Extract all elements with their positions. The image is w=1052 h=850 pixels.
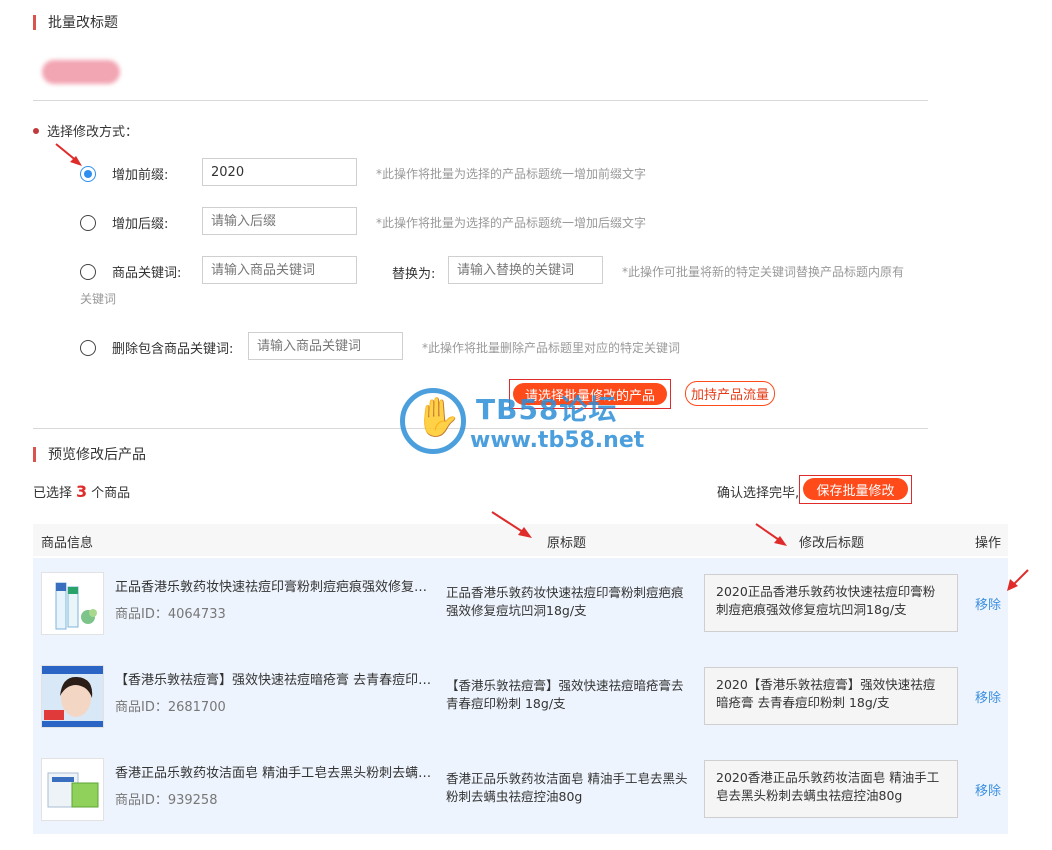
blurred-tag xyxy=(42,60,120,84)
keyword-hint-cont: 关键词 xyxy=(80,292,117,306)
radio-keyword[interactable] xyxy=(80,263,96,280)
divider xyxy=(33,100,928,101)
boost-traffic-button[interactable]: 加持产品流量 xyxy=(685,381,775,406)
option-suffix[interactable]: 增加后缀: xyxy=(80,213,168,232)
table-row: 正品香港乐敦药妆快速祛痘印膏粉刺痘疤痕强效修复痘… 商品ID：4064733 正… xyxy=(33,558,1008,650)
save-batch-button[interactable]: 保存批量修改 xyxy=(803,478,908,500)
original-title: 香港正品乐敦药妆洁面皂 精油手工皂去黑头粉刺去螨虫祛痘控油80g xyxy=(446,771,688,804)
product-thumbnail xyxy=(41,572,104,635)
option-keyword-label: 商品关键词: xyxy=(112,266,182,281)
mode-label: 选择修改方式： xyxy=(33,121,138,140)
product-name[interactable]: 香港正品乐敦药妆洁面皂 精油手工皂去黑头粉刺去螨… xyxy=(115,762,435,781)
section-title-preview: 预览修改后产品 xyxy=(33,444,146,464)
product-id: 商品ID：939258 xyxy=(115,793,218,808)
keyword-input[interactable] xyxy=(202,256,357,284)
selected-suffix: 个商品 xyxy=(91,486,131,501)
header-modified-title: 修改后标题 xyxy=(799,536,865,551)
prefix-hint: *此操作将批量为选择的产品标题统一增加前缀文字 xyxy=(376,167,647,181)
option-prefix-label: 增加前缀: xyxy=(112,168,169,183)
product-name[interactable]: 正品香港乐敦药妆快速祛痘印膏粉刺痘疤痕强效修复痘… xyxy=(115,576,435,595)
modified-title: 2020【香港乐敦祛痘膏】强效快速祛痘暗疮膏 去青春痘印粉刺 18g/支 xyxy=(704,667,958,725)
divider xyxy=(33,428,928,429)
mode-label-text: 选择修改方式： xyxy=(47,125,139,140)
product-name[interactable]: 【香港乐敦祛痘膏】强效快速祛痘暗疮膏 去青春痘印… xyxy=(115,669,435,688)
confirm-text: 确认选择完毕, xyxy=(717,486,800,501)
original-title: 正品香港乐敦药妆快速祛痘印膏粉刺痘疤痕强效修复痘坑凹洞18g/支 xyxy=(446,585,684,618)
soap-image xyxy=(42,759,103,820)
tube-image xyxy=(42,573,103,634)
header-original-title: 原标题 xyxy=(547,536,587,551)
selected-number: 3 xyxy=(76,482,88,501)
required-dot xyxy=(33,127,39,134)
suffix-input[interactable] xyxy=(202,207,357,235)
replace-input[interactable] xyxy=(448,256,603,284)
option-keyword[interactable]: 商品关键词: xyxy=(80,262,181,281)
radio-delete[interactable] xyxy=(80,339,96,356)
modified-title: 2020香港正品乐敦药妆洁面皂 精油手工皂去黑头粉刺去螨虫祛痘控油80g xyxy=(704,760,958,818)
section-accent-bar xyxy=(33,14,36,30)
header-product: 商品信息 xyxy=(41,536,94,551)
original-title: 【香港乐敦祛痘膏】强效快速祛痘暗疮膏去青春痘印粉刺 18g/支 xyxy=(446,678,684,711)
section-title-batch-edit: 批量改标题 xyxy=(33,12,118,32)
watermark-url: www.tb58.net xyxy=(470,428,645,453)
header-action: 操作 xyxy=(975,536,1002,551)
hand-icon: ✋ xyxy=(414,395,462,439)
arrow-annotation xyxy=(1007,569,1029,591)
radio-suffix[interactable] xyxy=(80,214,96,231)
delete-hint: *此操作将批量删除产品标题里对应的特定关键词 xyxy=(422,341,681,355)
section-title-text: 预览修改后产品 xyxy=(48,447,146,463)
product-id: 商品ID：2681700 xyxy=(115,700,226,715)
option-delete[interactable]: 删除包含商品关键词: xyxy=(80,338,233,357)
table-header: 商品信息 原标题 修改后标题 操作 xyxy=(33,524,1008,556)
product-thumbnail xyxy=(41,758,104,821)
option-delete-label: 删除包含商品关键词: xyxy=(112,342,234,357)
section-accent-bar xyxy=(33,446,36,462)
modified-title: 2020正品香港乐敦药妆快速祛痘印膏粉刺痘疤痕强效修复痘坑凹洞18g/支 xyxy=(704,574,958,632)
table-row: 【香港乐敦祛痘膏】强效快速祛痘暗疮膏 去青春痘印… 商品ID：2681700 【… xyxy=(33,651,1008,743)
section-title-text: 批量改标题 xyxy=(48,15,118,31)
selected-count: 已选择 3 个商品 xyxy=(33,482,130,501)
table-body: 正品香港乐敦药妆快速祛痘印膏粉刺痘疤痕强效修复痘… 商品ID：4064733 正… xyxy=(33,558,1008,834)
product-thumbnail xyxy=(41,665,104,728)
suffix-hint: *此操作将批量为选择的产品标题统一增加后缀文字 xyxy=(376,216,647,230)
remove-link[interactable]: 移除 xyxy=(975,594,1001,613)
delete-keyword-input[interactable] xyxy=(248,332,403,360)
selected-prefix: 已选择 xyxy=(33,486,73,501)
table-row: 香港正品乐敦药妆洁面皂 精油手工皂去黑头粉刺去螨… 商品ID：939258 香港… xyxy=(33,744,1008,836)
option-prefix[interactable]: 增加前缀: xyxy=(80,164,168,183)
remove-link[interactable]: 移除 xyxy=(975,687,1001,706)
product-id: 商品ID：4064733 xyxy=(115,607,226,622)
replace-label: 替换为: xyxy=(392,267,436,282)
select-products-button[interactable]: 请选择批量修改的产品 xyxy=(513,383,667,405)
watermark-circle xyxy=(400,388,466,454)
remove-link[interactable]: 移除 xyxy=(975,780,1001,799)
keyword-hint: *此操作可批量将新的特定关键词替换产品标题内原有 xyxy=(622,265,905,279)
prefix-input[interactable] xyxy=(202,158,357,186)
face-ad-image xyxy=(42,666,103,727)
option-suffix-label: 增加后缀: xyxy=(112,217,169,232)
radio-prefix[interactable] xyxy=(80,165,96,182)
